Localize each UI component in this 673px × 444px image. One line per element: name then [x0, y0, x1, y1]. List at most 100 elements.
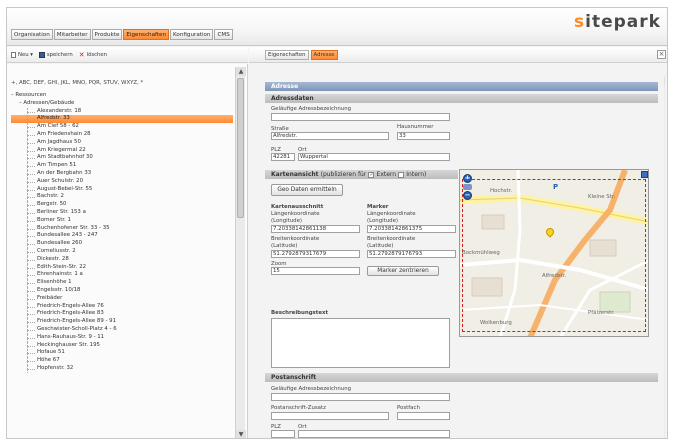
tab-eigenschaften[interactable]: Eigenschaften	[123, 29, 170, 40]
map-label-pfaelzer: Pfälzerstr.	[588, 310, 615, 316]
save-button[interactable]: speichern	[38, 51, 73, 58]
scroll-thumb[interactable]	[237, 78, 244, 218]
map-longitude-input[interactable]: 7.20338142861138	[271, 225, 360, 233]
tree-item[interactable]: Friedrich-Engels-Allee 76	[11, 302, 233, 311]
post-city-input[interactable]	[298, 430, 450, 438]
post-extra-label: Postanschrift-Zusatz	[271, 405, 326, 411]
post-plz-input[interactable]	[271, 430, 295, 438]
description-textarea[interactable]	[271, 318, 450, 368]
street-input[interactable]: Alfredstr.	[271, 132, 389, 140]
tree-root-ressourcen[interactable]: – Ressourcen	[11, 92, 233, 100]
postfach-label: Postfach	[397, 405, 420, 411]
map-label-wolkenburg: Wolkenburg	[480, 320, 512, 326]
tree-item[interactable]: Bundesallee 260	[11, 240, 233, 248]
intern-checkbox[interactable]	[398, 171, 405, 178]
common-name-input[interactable]	[271, 113, 450, 121]
tab-eigenschaften-detail[interactable]: Eigenschaften	[265, 49, 309, 60]
delete-button[interactable]: ✕ löschen	[78, 50, 107, 59]
tree-item[interactable]: Elisenhöhe 1	[11, 279, 233, 287]
tab-cms[interactable]: CMS	[214, 29, 233, 40]
scroll-down-icon[interactable]: ▼	[236, 430, 246, 438]
tab-konfiguration[interactable]: Konfiguration	[170, 29, 214, 40]
tree-item[interactable]: Am Jagdhaus 50	[11, 138, 233, 147]
map-label-hochstr: Hochstr.	[490, 188, 513, 194]
map-label-bockmuehl: Bockmühlweg	[462, 250, 500, 256]
map-lat-label: Breitenkoordinate	[271, 236, 320, 242]
delete-x-icon: ✕	[78, 50, 85, 59]
marker-longitude-input[interactable]: 7.20338142861375	[367, 225, 456, 233]
close-icon[interactable]: ×	[657, 50, 666, 59]
tree-item[interactable]: August-Bebel-Str. 55	[11, 185, 233, 194]
tree-scrollbar[interactable]: ▲ ▼	[235, 67, 246, 438]
tree-item[interactable]: Auer Schulstr. 20	[11, 177, 233, 186]
alphabet-filter[interactable]: +, ABC, DEF, GHI, JKL, MNO, PQR, STUV, W…	[11, 80, 143, 86]
tree-item[interactable]: Buchenhofener Str. 33 - 35	[11, 224, 233, 233]
tree-item[interactable]: Friedrich-Engels-Allee 83	[11, 310, 233, 319]
tree-toolbar: Neu ▾ speichern ✕ löschen	[7, 47, 248, 63]
new-button[interactable]: Neu ▾	[11, 51, 33, 58]
marker-lon-sublabel: (Longitude)	[367, 218, 399, 224]
marker-lon-label: Längenkoordinate	[367, 211, 416, 217]
resource-tree: – Ressourcen – Adressen/Gebäude Alexande…	[11, 92, 233, 373]
scroll-up-icon[interactable]: ▲	[236, 67, 246, 76]
tree-item[interactable]: Bundesallee 243 - 247	[11, 232, 233, 241]
new-document-icon	[11, 51, 16, 58]
tree-item[interactable]: Alexanderstr. 18	[11, 107, 233, 116]
plz-input[interactable]: 42281	[271, 153, 295, 161]
tree-item[interactable]: Bergstr. 50	[11, 201, 233, 209]
tab-organisation[interactable]: Organisation	[11, 29, 53, 40]
tree-item[interactable]: Am Timpen 51	[11, 162, 233, 170]
postfach-input[interactable]	[397, 412, 450, 420]
house-number-input[interactable]: 33	[397, 132, 450, 140]
tree-item[interactable]: Edith-Stein-Str. 22	[11, 263, 233, 272]
tree-item[interactable]: Hopfenstr. 32	[11, 364, 233, 373]
map-lat-sublabel: (Latitude)	[271, 243, 298, 249]
tree-item[interactable]: Geschwister-Scholl-Platz 4 - 6	[11, 325, 233, 334]
common-name-label: Geläufige Adressbezeichnung	[271, 106, 352, 112]
tree-item[interactable]: Ehrenhainstr. 1 a	[11, 271, 233, 280]
tree-item[interactable]: Alfredstr. 33	[11, 115, 233, 124]
tree-item[interactable]: Am Friedenshain 28	[11, 130, 233, 139]
marker-latitude-input[interactable]: 51.2792879176793	[367, 250, 456, 258]
post-extra-input[interactable]	[271, 412, 389, 420]
zoom-input[interactable]: 15	[271, 267, 360, 275]
postanschrift-header: Postanschrift	[265, 373, 658, 382]
map-latitude-input[interactable]: 51.2792879317679	[271, 250, 360, 258]
map-lon-sublabel: (Longitude)	[271, 218, 303, 224]
post-common-input[interactable]	[271, 393, 450, 401]
center-marker-button[interactable]: Marker zentrieren	[367, 266, 439, 276]
tree-item[interactable]: Freibäder	[11, 294, 233, 303]
tree-group-adressen[interactable]: – Adressen/Gebäude	[11, 100, 233, 108]
tab-mitarbeiter[interactable]: Mitarbeiter	[53, 29, 91, 40]
marker-section-title: Marker	[367, 204, 389, 210]
tree-item[interactable]: Höhe 67	[11, 357, 233, 365]
detail-tabs: Eigenschaften Adresse ×	[249, 47, 667, 63]
tree-item[interactable]: Borner Str. 1	[11, 216, 233, 225]
location-map[interactable]: + − Hochstr. P Kleine Str. Bockmühlweg A…	[459, 169, 649, 337]
geo-data-button[interactable]: Geo Daten ermitteln	[271, 184, 343, 196]
tab-adresse[interactable]: Adresse	[310, 49, 338, 60]
tree-item[interactable]: Hans-Rauhaus-Str. 9 - 11	[11, 333, 233, 342]
tree-item[interactable]: Dickestr. 28	[11, 255, 233, 264]
tree-item[interactable]: Bachstr. 2	[11, 193, 233, 202]
tree-item[interactable]: Hofaue 51	[11, 349, 233, 358]
tree-item[interactable]: Friedrich-Engels-Allee 89 - 91	[11, 318, 233, 326]
extern-checkbox[interactable]: ✓	[368, 171, 375, 178]
city-input[interactable]: Wuppertal	[298, 153, 450, 161]
layer-switcher-icon[interactable]	[641, 171, 648, 178]
tree-item[interactable]: Corneliusstr. 2	[11, 247, 233, 256]
tree-item[interactable]: Engelsstr. 10/18	[11, 286, 233, 295]
tree-item[interactable]: An der Bergbahn 33	[11, 169, 233, 178]
tree-item[interactable]: Heckinghauser Str. 195	[11, 341, 233, 350]
tree-item[interactable]: Am Clef 58 - 62	[11, 123, 233, 131]
top-bar: Organisation Mitarbeiter Produkte Eigens…	[7, 8, 667, 46]
tree-item[interactable]: Am Stadtbahnhof 30	[11, 154, 233, 163]
detail-scrollbar[interactable]: ▲	[664, 76, 665, 438]
address-detail-panel: Adresse Adressdaten Geläufige Adressbeze…	[253, 68, 665, 438]
tree-item[interactable]: Am Kriegermal 22	[11, 146, 233, 155]
tree-item[interactable]: Berliner Str. 153 a	[11, 208, 233, 217]
scroll-up-icon[interactable]: ▲	[664, 76, 665, 85]
tab-produkte[interactable]: Produkte	[91, 29, 123, 40]
floppy-disk-icon	[38, 51, 45, 58]
main-tabs: Organisation Mitarbeiter Produkte Eigens…	[11, 29, 233, 40]
